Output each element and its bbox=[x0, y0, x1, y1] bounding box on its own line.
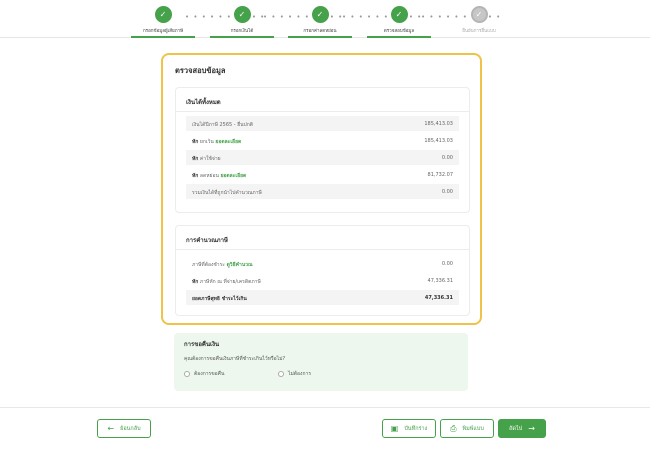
progress-stepper: ✓ กรอกข้อมูลผู้เสียภาษี • • • • • • • • … bbox=[0, 0, 650, 38]
row-label: ลดหย่อน bbox=[199, 173, 219, 179]
print-button[interactable]: ⎙ พิมพ์แบบ bbox=[440, 419, 494, 438]
save-draft-button[interactable]: ▣ บันทึกร่าง bbox=[382, 419, 436, 438]
table-row: หัก ลดหย่อน ยอดละเอียด 81,732.07 bbox=[186, 167, 459, 182]
page-title: ตรวจสอบข้อมูล bbox=[175, 66, 226, 75]
step-progress-bar bbox=[367, 36, 431, 38]
divider bbox=[176, 249, 469, 250]
printer-icon: ⎙ bbox=[450, 423, 457, 433]
step-review[interactable]: ✓ ตรวจสอบข้อมูล bbox=[361, 6, 437, 38]
calculation-link[interactable]: ดูวิธีคำนวณ bbox=[227, 262, 253, 268]
deduct-prefix: หัก bbox=[192, 279, 199, 285]
step-label: กรอกเงินได้ bbox=[230, 29, 254, 34]
button-label: ถัดไป bbox=[509, 425, 523, 432]
deduct-prefix: หัก bbox=[192, 156, 199, 162]
radio-label: ต้องการขอคืน bbox=[194, 371, 225, 377]
refund-question: คุณต้องการขอคืนเงินภาษีที่ชำระเกินไว้หรื… bbox=[184, 356, 286, 362]
row-label: ภาษีหัก ณ ที่จ่าย/เครดิตภาษี bbox=[199, 279, 261, 285]
tax-calculation-section: การคำนวณภาษี ภาษีที่ต้องชำระ ดูวิธีคำนวณ… bbox=[175, 225, 470, 316]
step-deductions[interactable]: ✓ กรอกค่าลดหย่อน bbox=[282, 6, 358, 38]
section-title: การคำนวณภาษี bbox=[186, 237, 228, 244]
row-value: 0.00 bbox=[441, 261, 453, 267]
table-row: หัก ค่าใช้จ่าย 0.00 bbox=[186, 150, 459, 165]
next-button[interactable]: ถัดไป → bbox=[498, 419, 546, 438]
check-icon: ✓ bbox=[470, 6, 488, 23]
step-label: ตรวจสอบข้อมูล bbox=[383, 29, 415, 34]
refund-section: การขอคืนเงิน คุณต้องการขอคืนเงินภาษีที่ช… bbox=[174, 333, 468, 391]
review-card: ตรวจสอบข้อมูล เงินได้ทั้งหมด เงินได้ปีภา… bbox=[161, 53, 482, 325]
row-label: ยกเว้น bbox=[199, 139, 214, 145]
row-label: ค่าใช้จ่าย bbox=[199, 156, 221, 162]
table-row: เงินได้ปีภาษี 2565 - ยื่นปกติ 185,413.03 bbox=[186, 116, 459, 131]
divider bbox=[176, 111, 469, 112]
section-title: เงินได้ทั้งหมด bbox=[186, 99, 221, 106]
row-value: 185,413.03 bbox=[424, 138, 453, 144]
total-row: ยอดภาษีสุทธิ ชำระไว้เกิน 47,336.31 bbox=[186, 290, 459, 305]
step-confirm[interactable]: ✓ ยืนยันการยื่นแบบ bbox=[441, 6, 517, 34]
row-value: 81,732.07 bbox=[427, 172, 453, 178]
refund-no-radio[interactable]: ไม่ต้องการ bbox=[278, 370, 311, 378]
income-section: เงินได้ทั้งหมด เงินได้ปีภาษี 2565 - ยื่น… bbox=[175, 87, 470, 213]
check-icon: ✓ bbox=[311, 6, 329, 23]
step-progress-bar bbox=[210, 36, 274, 38]
arrow-left-icon: ← bbox=[107, 423, 115, 433]
button-label: ย้อนกลับ bbox=[120, 425, 141, 432]
table-row: ภาษีที่ต้องชำระ ดูวิธีคำนวณ 0.00 bbox=[186, 256, 459, 271]
check-icon: ✓ bbox=[390, 6, 408, 23]
details-link[interactable]: ยอดละเอียด bbox=[220, 173, 246, 179]
deduct-prefix: หัก bbox=[192, 173, 199, 179]
row-value: 0.00 bbox=[441, 189, 453, 195]
step-progress-bar bbox=[288, 36, 352, 38]
row-label: รวมเงินได้ที่ถูกนำไปคำนวณภาษี bbox=[192, 190, 262, 196]
row-value: 0.00 bbox=[441, 155, 453, 161]
step-label: กรอกค่าลดหย่อน bbox=[303, 29, 337, 34]
table-row: รวมเงินได้ที่ถูกนำไปคำนวณภาษี 0.00 bbox=[186, 184, 459, 199]
check-icon: ✓ bbox=[233, 6, 251, 23]
table-row: หัก ยกเว้น ยอดละเอียด 185,413.03 bbox=[186, 133, 459, 148]
save-icon: ▣ bbox=[390, 423, 399, 433]
row-label: ยอดภาษีสุทธิ ชำระไว้เกิน bbox=[192, 296, 247, 302]
step-label: ยืนยันการยื่นแบบ bbox=[462, 29, 496, 34]
back-button[interactable]: ← ย้อนกลับ bbox=[97, 419, 151, 438]
step-progress-bar bbox=[131, 36, 195, 38]
section-title: การขอคืนเงิน bbox=[184, 341, 220, 348]
check-icon: ✓ bbox=[154, 6, 172, 23]
step-taxpayer-info[interactable]: ✓ กรอกข้อมูลผู้เสียภาษี bbox=[125, 6, 201, 38]
deduct-prefix: หัก bbox=[192, 139, 199, 145]
arrow-right-icon: → bbox=[528, 423, 535, 433]
details-link[interactable]: ยอดละเอียด bbox=[215, 139, 241, 145]
row-label: ภาษีที่ต้องชำระ bbox=[192, 262, 225, 268]
row-label: เงินได้ปีภาษี 2565 - ยื่นปกติ bbox=[192, 122, 253, 128]
button-label: พิมพ์แบบ bbox=[462, 425, 484, 432]
row-value: 185,413.03 bbox=[424, 121, 453, 127]
radio-circle-icon bbox=[184, 371, 190, 377]
button-label: บันทึกร่าง bbox=[404, 425, 428, 432]
footer-divider bbox=[0, 407, 650, 408]
step-label: กรอกข้อมูลผู้เสียภาษี bbox=[142, 29, 184, 34]
radio-label: ไม่ต้องการ bbox=[288, 371, 312, 377]
table-row: หัก ภาษีหัก ณ ที่จ่าย/เครดิตภาษี 47,336.… bbox=[186, 273, 459, 288]
row-value: 47,336.31 bbox=[424, 295, 453, 301]
step-income[interactable]: ✓ กรอกเงินได้ bbox=[204, 6, 280, 38]
radio-circle-icon bbox=[278, 371, 284, 377]
row-value: 47,336.31 bbox=[427, 278, 453, 284]
refund-yes-radio[interactable]: ต้องการขอคืน bbox=[184, 370, 224, 378]
